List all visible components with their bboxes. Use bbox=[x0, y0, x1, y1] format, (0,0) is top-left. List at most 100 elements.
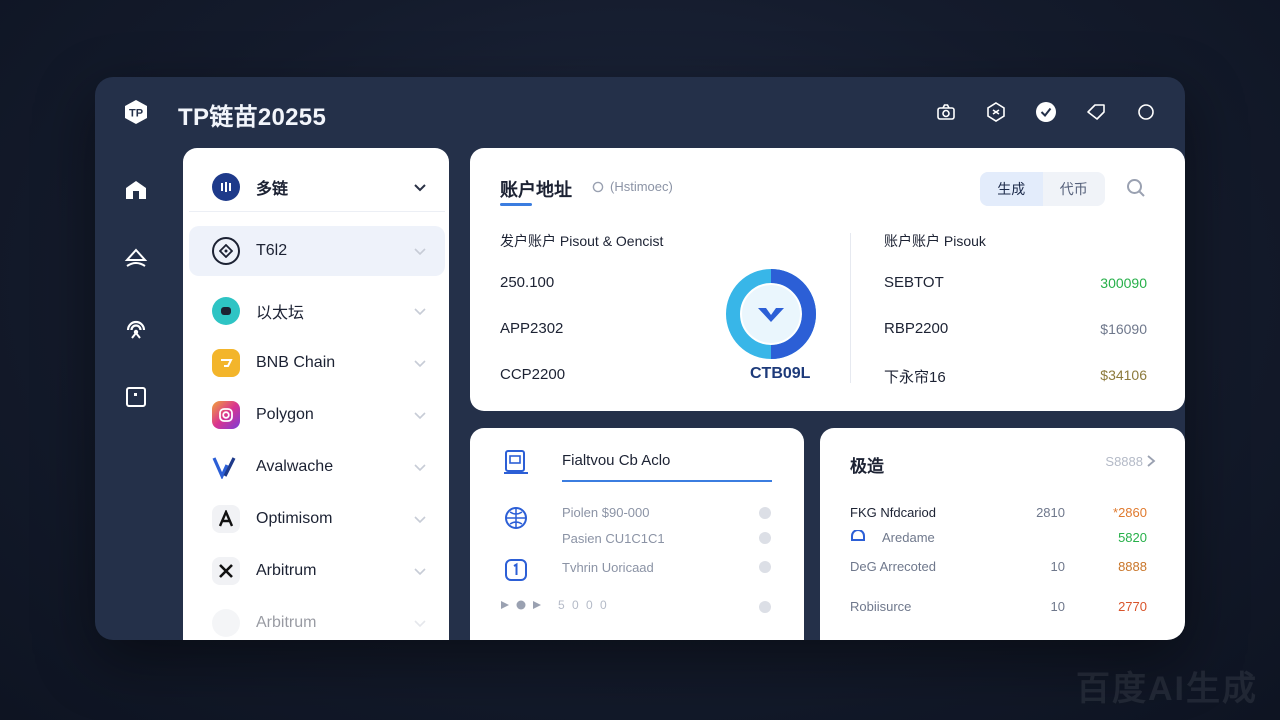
camera-icon[interactable] bbox=[935, 101, 957, 123]
right-column-label: 账户账户 Pisouk bbox=[884, 233, 986, 249]
app-window: TP TP链苗20255 多链 T6l2 以太坛 BNB Chain Polyg… bbox=[95, 77, 1185, 640]
rank-row-num-1: 2810 bbox=[1036, 505, 1065, 520]
rank-panel: 极造 S8888 FKG Nfdcariod 2810 *2860 Aredam… bbox=[820, 428, 1185, 640]
play-icon[interactable] bbox=[532, 600, 542, 610]
account-title: 账户地址 bbox=[500, 180, 572, 200]
title-underline bbox=[500, 203, 532, 206]
chain-item-polygon[interactable]: Polygon bbox=[189, 390, 445, 440]
balance-gauge bbox=[726, 269, 816, 359]
media-controls: 5 0 0 0 bbox=[500, 598, 609, 612]
rank-row-num-4: 10 bbox=[1050, 599, 1065, 614]
token-tab[interactable]: 代币 bbox=[1043, 172, 1106, 206]
chain-item-label: BNB Chain bbox=[256, 354, 336, 371]
segment-control: 生成 代币 bbox=[980, 172, 1105, 206]
chain-item-label: Avalwache bbox=[256, 458, 334, 475]
rank-row-name-2: Aredame bbox=[882, 530, 935, 545]
generate-tab[interactable]: 生成 bbox=[980, 172, 1043, 206]
chain-item-arbitrum[interactable]: Arbitrum bbox=[189, 546, 445, 596]
rank-more-link[interactable]: S8888 bbox=[1105, 454, 1143, 469]
chevron-down-icon bbox=[414, 360, 426, 368]
signal-icon[interactable] bbox=[123, 315, 149, 341]
left-row-2: APP2302 bbox=[500, 320, 564, 337]
rank-title: 极造 bbox=[850, 457, 884, 476]
right-row-name-3: 下永帘16 bbox=[884, 369, 946, 386]
chevron-down-icon bbox=[414, 183, 426, 191]
activity-row-3: Tvhrin Uoricaad bbox=[562, 560, 654, 575]
polygon-icon bbox=[212, 401, 240, 429]
wallet-icon bbox=[504, 450, 528, 474]
avalanche-icon bbox=[212, 453, 240, 481]
chevron-down-icon bbox=[414, 516, 426, 524]
multichain-icon bbox=[212, 172, 240, 201]
chain-item-avalanche[interactable]: Avalwache bbox=[189, 442, 445, 492]
chevron-right-icon[interactable] bbox=[1145, 454, 1157, 468]
gauge-label: CTB09L bbox=[750, 365, 811, 382]
chain-item-ethereum[interactable]: 以太坛 bbox=[189, 286, 445, 336]
column-divider bbox=[850, 233, 851, 383]
arbitrum-x-icon bbox=[212, 557, 240, 585]
chevron-down-icon bbox=[414, 412, 426, 420]
right-row-name-2: RBP2200 bbox=[884, 320, 949, 337]
badge-one-icon bbox=[505, 559, 527, 581]
chain-item-bnb[interactable]: BNB Chain bbox=[189, 338, 445, 388]
rank-row-value-1: *2860 bbox=[1113, 505, 1147, 520]
rank-row-name-4: Robiisurce bbox=[850, 599, 912, 614]
globe-icon bbox=[505, 507, 527, 529]
ethereum-icon bbox=[212, 297, 240, 325]
arbitrum-icon bbox=[212, 609, 240, 637]
right-row-value-1: 300090 bbox=[1100, 275, 1147, 291]
chain-item-label: 以太坛 bbox=[256, 305, 305, 322]
dot-icon[interactable] bbox=[516, 600, 526, 610]
chain-item-optimism[interactable]: Optimisom bbox=[189, 494, 445, 544]
right-row-value-3: $34106 bbox=[1100, 367, 1147, 383]
tag-icon[interactable] bbox=[1085, 101, 1107, 123]
chain-item-label: Arbitrum bbox=[256, 562, 317, 579]
activity-status-dot bbox=[759, 532, 771, 544]
activity-panel: Fialtvou Cb Aclo Piolen $90-000 Pasien C… bbox=[470, 428, 804, 640]
activity-status-dot bbox=[759, 601, 771, 613]
chain-list-panel: 多链 T6l2 以太坛 BNB Chain Polygon Avalwache … bbox=[183, 148, 449, 640]
right-row-name-1: SEBTOT bbox=[884, 274, 944, 291]
activity-status-dot bbox=[759, 507, 771, 519]
activity-row-2: Pasien CU1C1C1 bbox=[562, 531, 665, 546]
home-icon[interactable] bbox=[123, 177, 149, 203]
document-icon[interactable] bbox=[123, 384, 149, 410]
media-text: 5 0 0 0 bbox=[558, 598, 609, 612]
chain-header-label: 多链 bbox=[256, 180, 289, 198]
chevron-down-icon bbox=[414, 464, 426, 472]
chain-item-label: Polygon bbox=[256, 406, 314, 423]
chain-item-arbitrum-2[interactable]: Arbitrum bbox=[189, 598, 445, 640]
activity-title: Fialtvou Cb Aclo bbox=[562, 452, 671, 469]
chevron-down-icon bbox=[414, 620, 426, 628]
chain-item-label: Arbitrum bbox=[256, 614, 317, 631]
top-toolbar bbox=[935, 101, 1157, 123]
rank-row-value-3: 8888 bbox=[1118, 559, 1147, 574]
chain-item-t6l2[interactable]: T6l2 bbox=[189, 226, 445, 276]
rank-row-name-3: DeG Arrecoted bbox=[850, 559, 936, 574]
chevron-down-icon bbox=[414, 308, 426, 316]
nav-rail bbox=[123, 177, 149, 410]
activity-underline bbox=[562, 480, 772, 482]
rank-row-value-2: 5820 bbox=[1118, 530, 1147, 545]
chain-list-header[interactable]: 多链 bbox=[189, 162, 445, 212]
app-title: TP链苗20255 bbox=[178, 104, 327, 131]
left-column-label: 发户账户 Pisout & Oencist bbox=[500, 233, 664, 249]
activity-status-dot bbox=[759, 561, 771, 573]
left-row-1: 250.100 bbox=[500, 274, 555, 291]
settings-icon[interactable] bbox=[985, 101, 1007, 123]
info-icon bbox=[592, 181, 604, 192]
play-icon[interactable] bbox=[500, 600, 510, 610]
watermark: 百度AI生成 bbox=[1076, 670, 1258, 708]
chain-item-label: Optimisom bbox=[256, 510, 333, 527]
check-circle-icon[interactable] bbox=[1035, 101, 1057, 123]
bnb-icon bbox=[212, 349, 240, 377]
account-panel: 账户地址 (Hstimoec) 生成 代币 发户账户 Pisout & Oenc… bbox=[470, 148, 1185, 411]
rank-row-value-4: 2770 bbox=[1118, 599, 1147, 614]
activity-row-1: Piolen $90-000 bbox=[562, 505, 650, 520]
account-subtitle-text: (Hstimoec) bbox=[610, 179, 673, 194]
app-logo-icon: TP bbox=[123, 99, 149, 125]
circle-icon[interactable] bbox=[1135, 101, 1157, 123]
right-row-value-2: $16090 bbox=[1100, 321, 1147, 337]
user-icon[interactable] bbox=[123, 246, 149, 272]
search-icon[interactable] bbox=[1125, 177, 1147, 199]
